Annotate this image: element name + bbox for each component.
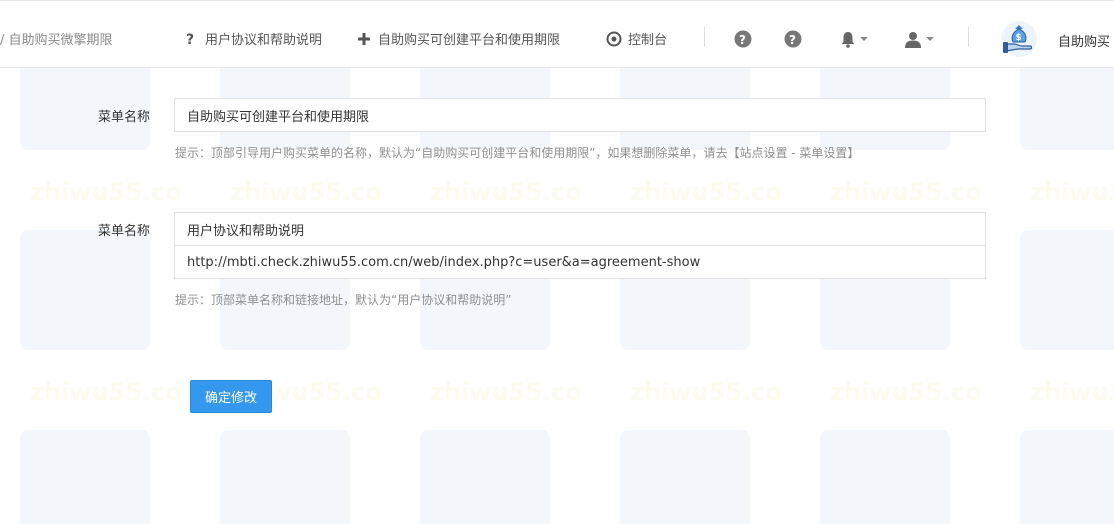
top-navbar: / 自助购买微擎期限 ? 用户协议和帮助说明 自助购买可创建平台和使用期限 控制… bbox=[0, 0, 1114, 68]
nav-buy-label: 自助购买可创建平台和使用期限 bbox=[378, 33, 561, 48]
nav-console-link[interactable]: 控制台 bbox=[606, 29, 667, 48]
nav-divider bbox=[968, 27, 969, 47]
user-menu-dropdown[interactable] bbox=[904, 30, 940, 48]
svg-text:?: ? bbox=[186, 32, 194, 46]
menu1-name-input[interactable] bbox=[174, 98, 986, 132]
chevron-down-icon bbox=[860, 37, 868, 41]
help-circle-icon: ? bbox=[784, 30, 802, 48]
help-button[interactable]: ? bbox=[734, 30, 752, 48]
nav-agreement-label: 用户协议和帮助说明 bbox=[205, 33, 323, 48]
notifications-dropdown[interactable] bbox=[840, 30, 876, 48]
money-bag-hand-logo: $ bbox=[1001, 21, 1037, 57]
nav-console-label: 控制台 bbox=[628, 33, 668, 48]
nav-buy-link[interactable]: 自助购买可创建平台和使用期限 bbox=[356, 29, 560, 48]
svg-text:?: ? bbox=[789, 33, 796, 47]
menu2-name-input[interactable] bbox=[174, 212, 986, 246]
submit-button[interactable]: 确定修改 bbox=[190, 380, 272, 413]
chevron-down-icon bbox=[926, 37, 934, 41]
user-icon bbox=[905, 31, 921, 48]
nav-divider bbox=[704, 27, 705, 47]
plus-icon bbox=[356, 31, 372, 47]
dashboard-icon bbox=[606, 31, 622, 47]
breadcrumb: / 自助购买微擎期限 bbox=[0, 33, 113, 48]
brand-title: 自助购买 bbox=[1058, 35, 1111, 50]
help-circle-icon: ? bbox=[734, 30, 752, 48]
menu2-label: 菜单名称 bbox=[98, 224, 151, 239]
bell-icon bbox=[841, 31, 855, 48]
svg-text:?: ? bbox=[739, 33, 746, 47]
question-mark-icon: ? bbox=[183, 31, 199, 47]
menu1-label: 菜单名称 bbox=[98, 110, 151, 125]
menu1-hint: 提示：顶部引导用户购买菜单的名称，默认为“自助购买可创建平台和使用期限”，如果想… bbox=[175, 146, 860, 160]
menu2-hint: 提示：顶部菜单名称和链接地址，默认为“用户协议和帮助说明” bbox=[175, 293, 512, 307]
nav-agreement-link[interactable]: ? 用户协议和帮助说明 bbox=[183, 29, 323, 49]
svg-text:$: $ bbox=[1016, 33, 1022, 43]
help-button-secondary[interactable]: ? bbox=[784, 30, 802, 48]
menu2-url-input[interactable] bbox=[174, 245, 986, 279]
